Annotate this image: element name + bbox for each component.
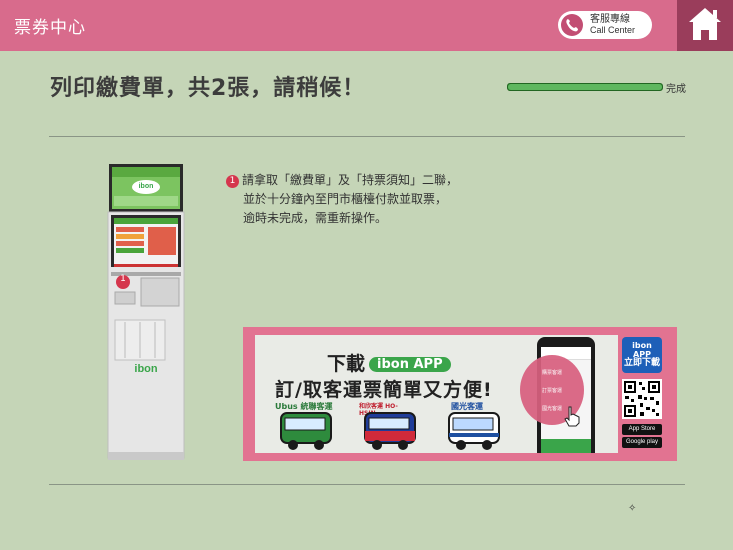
hand-cursor-icon — [564, 406, 580, 427]
kiosk-top-logo: ibon — [138, 183, 154, 190]
call-center-button[interactable]: 客服專線 Call Center — [558, 11, 652, 39]
instruction-line: 1 請拿取「繳費單」及「持票須知」二聯， — [226, 171, 506, 190]
header-title: 票券中心 — [14, 18, 86, 38]
instruction-line-2: 並於十分鐘內至門市櫃檯付款並取票， — [243, 192, 448, 206]
phone-footer — [541, 439, 591, 453]
bus-icons — [280, 412, 500, 450]
banner-headline-1: 下載 ibon APP — [327, 349, 451, 376]
qr-code — [622, 379, 662, 419]
home-icon — [689, 8, 721, 40]
google-play-button[interactable]: Google play — [622, 437, 662, 448]
phone-menu-item: 購票客運 — [541, 370, 562, 376]
bottom-divider — [49, 484, 685, 485]
progress-bar — [507, 83, 663, 91]
call-center-label-en: Call Center — [590, 25, 636, 35]
call-center-label-zh: 客服專線 — [590, 14, 630, 25]
progress-fill — [508, 84, 662, 90]
home-button[interactable] — [677, 0, 733, 51]
kiosk-slot-number: 1 — [120, 274, 126, 284]
phone-icon — [561, 14, 583, 36]
banner-content: 下載 ibon APP 訂/取客運票簡單又方便! Ubus 統聯客運 和欣客運 H… — [255, 335, 618, 453]
step-number-badge: 1 — [226, 175, 239, 188]
instruction-text: 1 請拿取「繳費單」及「持票須知」二聯， 並於十分鐘內至門市櫃檯付款並取票， 逾時… — [226, 171, 506, 228]
banner-download-text: 下載 — [327, 353, 366, 375]
instruction-line-1: 請拿取「繳費單」及「持票須知」二聯， — [242, 173, 459, 187]
sparkle-icon: ✧ — [628, 503, 637, 514]
app-store-button[interactable]: App Store — [622, 424, 662, 435]
instruction-line-3: 逾時未完成，需重新操作。 — [243, 211, 388, 225]
badge-download-label: 立即下載 — [623, 358, 660, 368]
banner-headline-2: 訂/取客運票簡單又方便! — [275, 379, 493, 401]
phone-menu-item: 訂票客運 — [541, 388, 562, 394]
ibon-app-pill: ibon APP — [369, 357, 451, 372]
kiosk-body-logo: ibon — [134, 363, 158, 375]
ibon-app-download-badge[interactable]: ibon APP 立即下載 — [622, 337, 662, 373]
kiosk-illustration: 1 ibon ibon — [105, 162, 187, 462]
top-divider — [49, 136, 685, 137]
header-bar: 票券中心 客服專線 Call Center — [0, 0, 733, 51]
page-title: 列印繳費單，共2張，請稍候！ — [50, 76, 366, 101]
ibon-app-banner[interactable]: 下載 ibon APP 訂/取客運票簡單又方便! Ubus 統聯客運 和欣客運 H… — [243, 327, 677, 461]
progress-label: 完成 — [666, 84, 686, 95]
